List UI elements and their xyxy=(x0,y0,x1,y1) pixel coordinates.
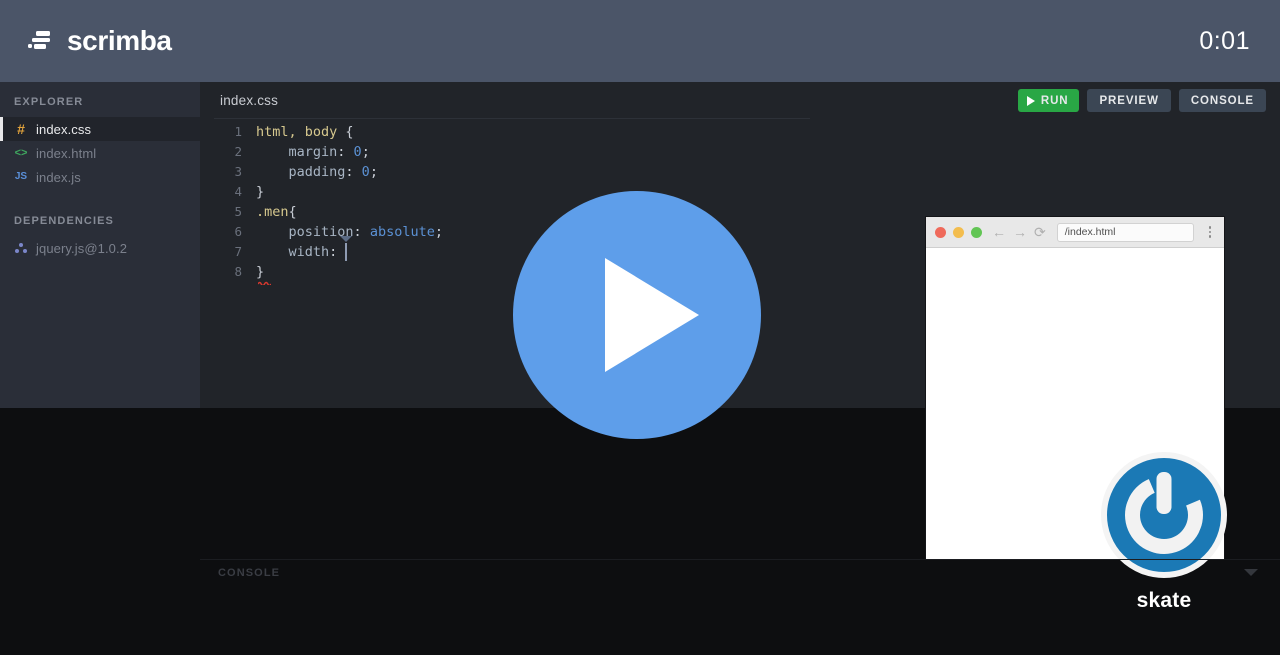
line-number: 2 xyxy=(234,144,242,159)
editor-tabbar: index.css RUN PREVIEW CONSOLE xyxy=(200,82,1280,119)
file-label: index.js xyxy=(36,169,81,185)
minimize-dot-icon[interactable] xyxy=(953,226,964,238)
preview-button-label: PREVIEW xyxy=(1099,94,1159,107)
tab-index-css[interactable]: index.css xyxy=(200,93,278,108)
console-panel-label: CONSOLE xyxy=(218,566,281,579)
line-content: margin: 0; xyxy=(256,144,370,160)
play-recording-button[interactable] xyxy=(513,191,761,439)
angle-brackets-icon: <> xyxy=(14,146,28,159)
code-line: 2 margin: 0; xyxy=(200,142,1280,162)
play-triangle-icon xyxy=(605,258,699,372)
chevron-down-icon[interactable] xyxy=(1244,569,1258,576)
run-button[interactable]: RUN xyxy=(1017,89,1080,112)
console-button-label: CONSOLE xyxy=(1190,94,1254,107)
app-header: scrimba 0:01 xyxy=(0,0,1280,82)
sidebar-item-jquery[interactable]: jquery.js@1.0.2 xyxy=(0,236,200,260)
scrimba-speedlines-icon xyxy=(28,31,54,51)
file-label: index.html xyxy=(36,145,97,161)
line-content: } xyxy=(256,184,265,200)
js-icon: JS xyxy=(14,171,28,182)
dependencies-heading: DEPENDENCIES xyxy=(14,215,114,227)
sidebar-item-index-css[interactable]: # index.css xyxy=(0,117,200,141)
line-number: 6 xyxy=(234,224,242,239)
skate-badge: skate xyxy=(1100,452,1228,613)
maximize-dot-icon[interactable] xyxy=(971,226,982,238)
sidebar-item-index-js[interactable]: JS index.js xyxy=(0,165,200,189)
editor-actions: RUN PREVIEW CONSOLE xyxy=(1017,89,1266,112)
line-number: 1 xyxy=(234,124,242,139)
error-squiggle-icon xyxy=(258,281,271,285)
line-content: html, body { xyxy=(256,124,354,140)
file-explorer-sidebar: EXPLORER # index.css <> index.html JS in… xyxy=(0,82,200,408)
sidebar-item-index-html[interactable]: <> index.html xyxy=(0,141,200,165)
line-number: 3 xyxy=(234,164,242,179)
arrow-right-icon[interactable]: → xyxy=(1013,225,1027,239)
run-button-label: RUN xyxy=(1040,94,1069,107)
browser-chrome: ← → ⟳ /index.html xyxy=(926,217,1224,248)
play-triangle-icon xyxy=(1026,95,1035,106)
scrimba-app-window: scrimba 0:01 EXPLORER # index.css <> ind… xyxy=(0,0,1280,655)
explorer-heading: EXPLORER xyxy=(14,96,84,108)
reload-icon[interactable]: ⟳ xyxy=(1034,225,1046,239)
line-content: padding: 0; xyxy=(256,164,378,180)
node-tree-icon xyxy=(14,242,28,254)
code-line: 4 } xyxy=(200,182,1280,202)
dependency-label: jquery.js@1.0.2 xyxy=(36,240,128,256)
preview-button[interactable]: PREVIEW xyxy=(1087,89,1171,112)
brand[interactable]: scrimba xyxy=(28,25,172,57)
close-dot-icon[interactable] xyxy=(935,226,946,238)
line-number: 5 xyxy=(234,204,242,219)
file-label: index.css xyxy=(36,121,92,137)
line-number: 7 xyxy=(234,244,242,259)
console-panel-bar[interactable]: CONSOLE xyxy=(200,559,1280,585)
recording-timer: 0:01 xyxy=(1199,26,1250,55)
code-line: 3 padding: 0; xyxy=(200,162,1280,182)
arrow-left-icon[interactable]: ← xyxy=(992,225,1006,239)
url-bar[interactable]: /index.html xyxy=(1056,222,1194,242)
brand-name: scrimba xyxy=(67,25,172,56)
line-content: } xyxy=(256,262,271,285)
line-content: .men{ xyxy=(256,204,297,220)
console-button[interactable]: CONSOLE xyxy=(1178,89,1266,112)
skate-label: skate xyxy=(1136,589,1192,612)
kebab-menu-icon[interactable] xyxy=(1205,226,1215,238)
line-content: width: xyxy=(256,236,353,262)
hash-icon: # xyxy=(17,121,25,137)
line-number: 8 xyxy=(234,264,242,279)
code-line: 1 html, body { xyxy=(200,122,1280,142)
line-number: 4 xyxy=(234,184,242,199)
